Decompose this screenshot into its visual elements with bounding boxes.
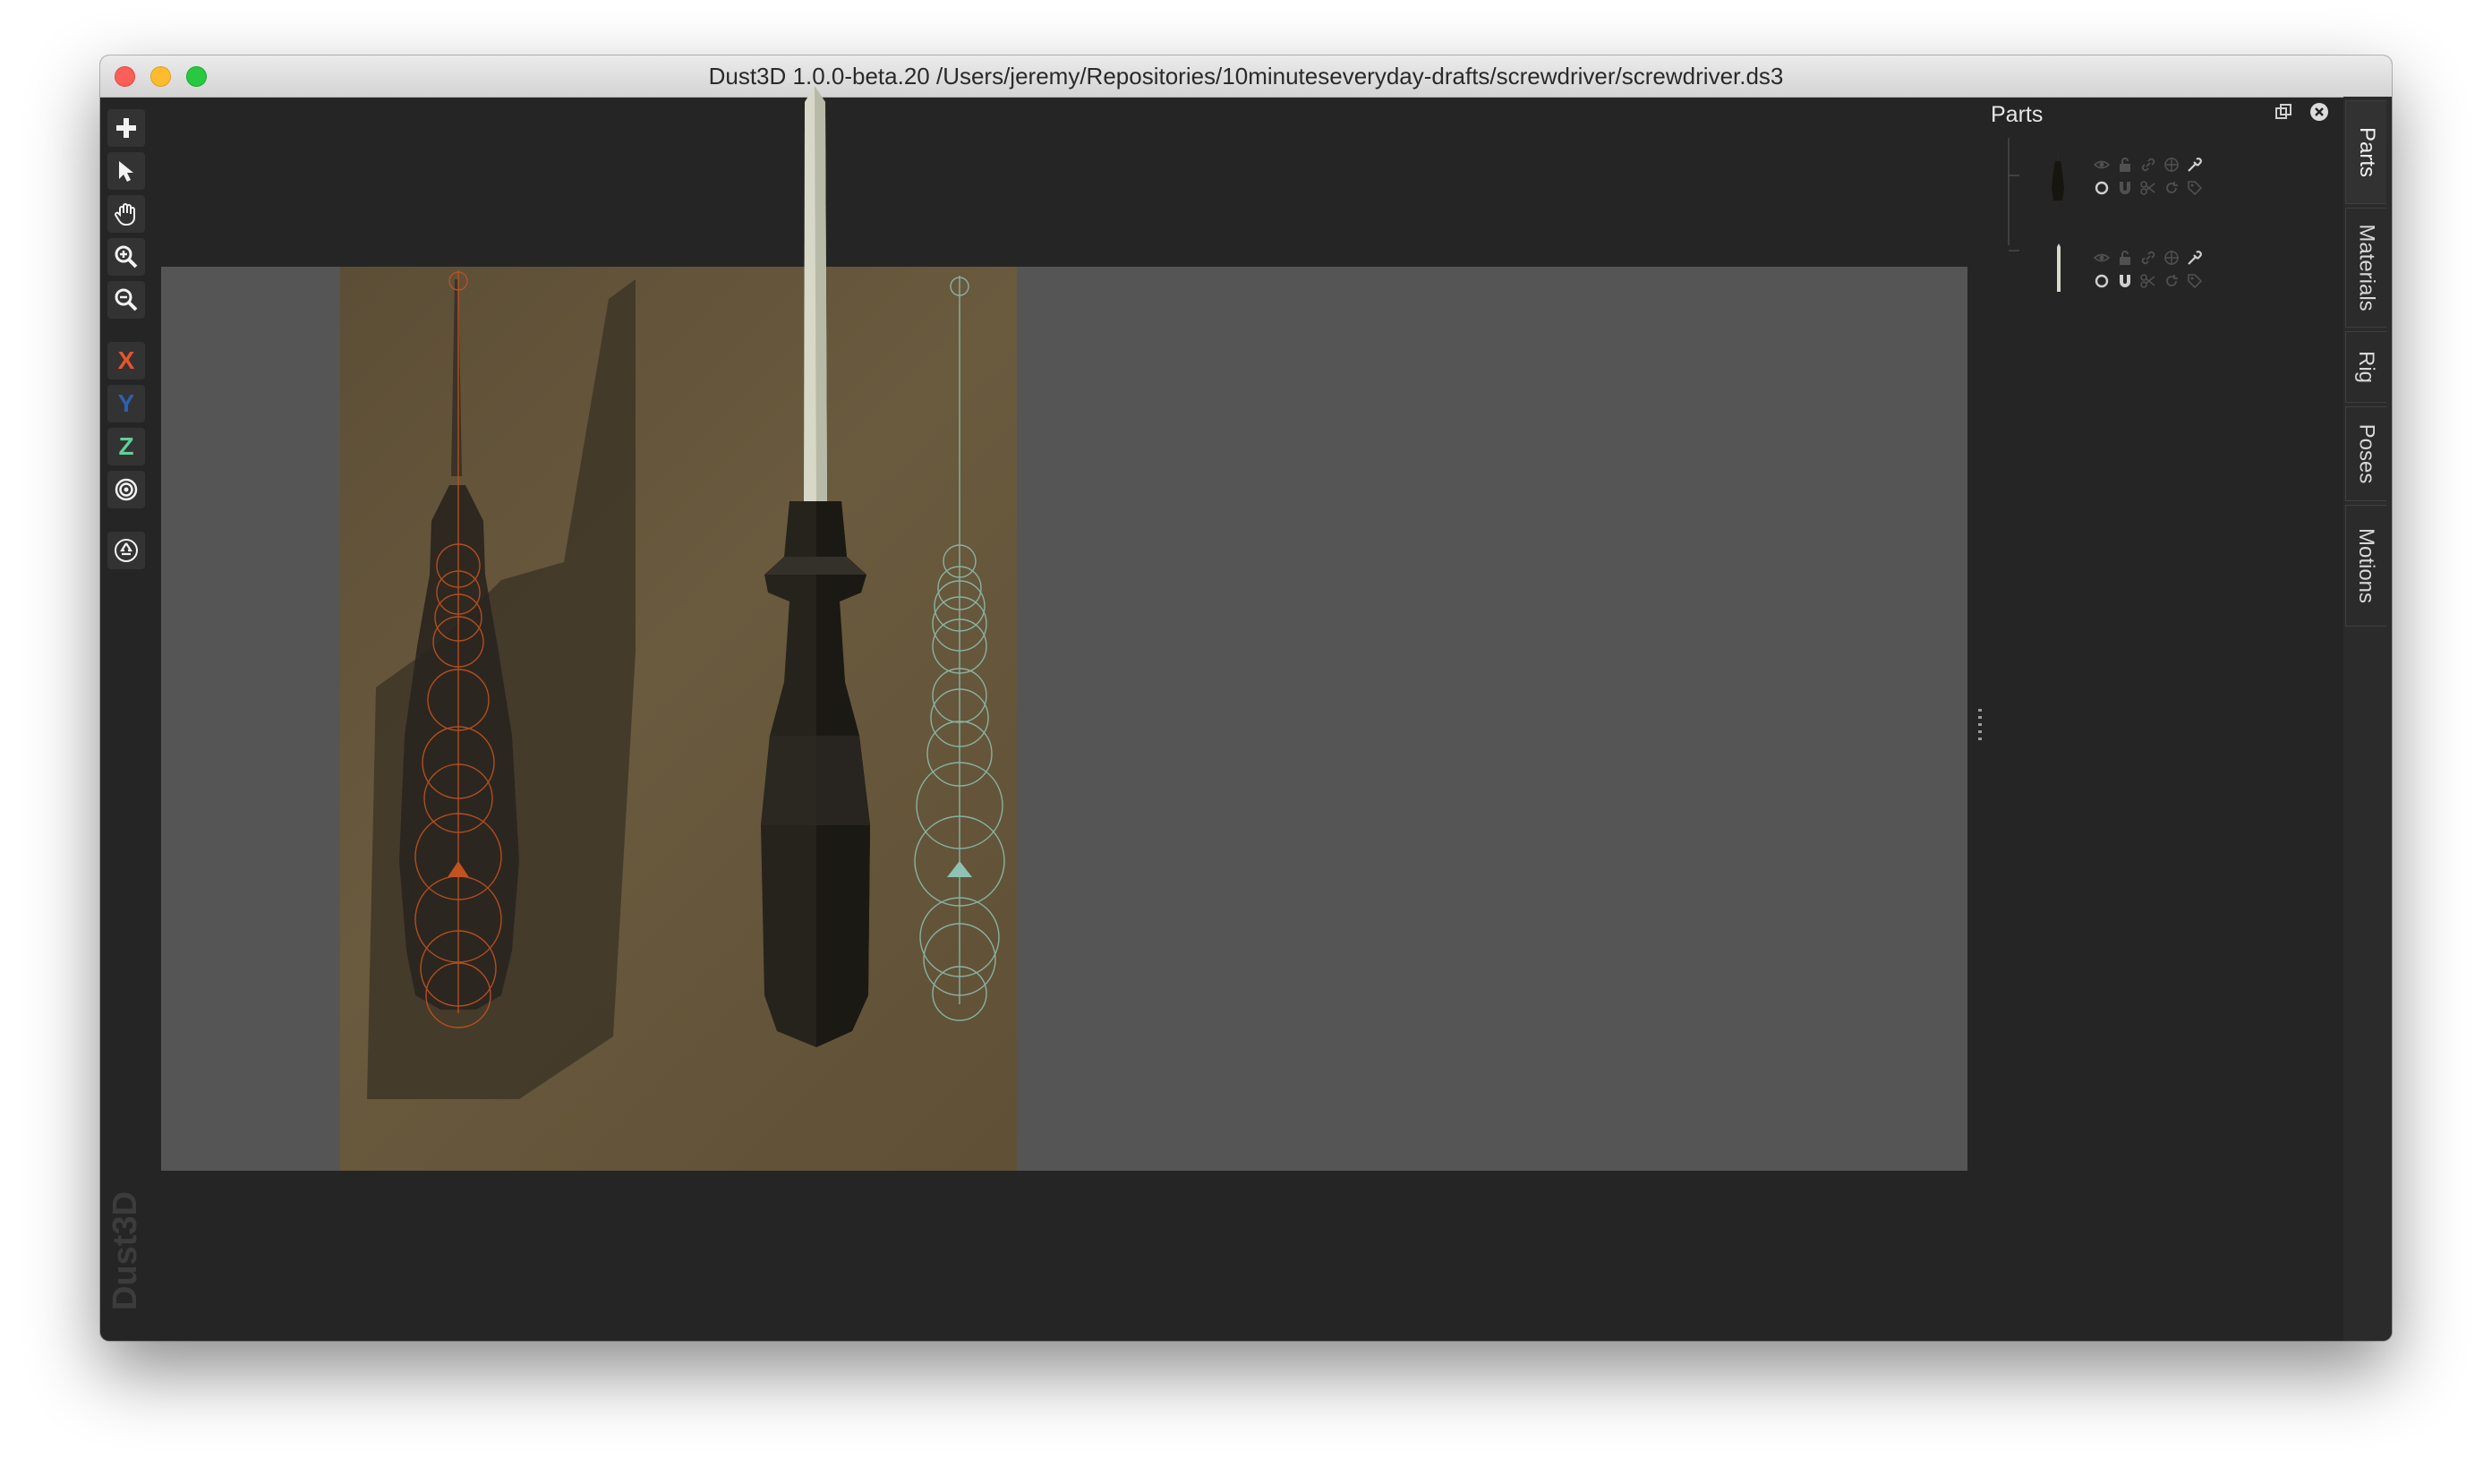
app-window: Dust3D 1.0.0-beta.20 /Users/jeremy/Repos… [100, 55, 2392, 1341]
color-picker-icon[interactable] [2186, 156, 2204, 174]
lock-icon[interactable] [2116, 249, 2134, 267]
screwdriver-model [761, 86, 870, 1047]
rotate-icon[interactable] [2163, 272, 2180, 290]
tab-motions[interactable]: Motions [2345, 505, 2386, 627]
dock-tab-bar: Parts Materials Rig Poses Motions [2343, 97, 2392, 1341]
float-window-button[interactable] [2274, 102, 2293, 126]
tab-materials[interactable]: Materials [2345, 208, 2386, 328]
close-icon [2310, 103, 2328, 121]
tab-poses[interactable]: Poses [2345, 406, 2386, 501]
tab-rig[interactable]: Rig [2345, 331, 2386, 403]
eye-icon[interactable] [2093, 156, 2111, 174]
float-window-icon [2275, 104, 2291, 119]
model-render [399, 86, 1005, 1047]
close-panel-button[interactable] [2309, 102, 2329, 126]
link-icon[interactable] [2139, 156, 2157, 174]
panel-splitter[interactable] [1978, 709, 1982, 741]
symmetry-icon[interactable] [2163, 156, 2180, 174]
scissors-icon[interactable] [2139, 179, 2157, 197]
symmetry-icon[interactable] [2163, 249, 2180, 267]
eye-icon[interactable] [2093, 249, 2111, 267]
part-item[interactable] [2007, 138, 2275, 218]
parts-panel-title: Parts [1991, 102, 2044, 127]
magnet-icon[interactable] [2116, 179, 2134, 197]
tab-parts[interactable]: Parts [2345, 100, 2386, 204]
link-icon[interactable] [2139, 249, 2157, 267]
screwdriver-shaft-preview [2032, 240, 2086, 303]
color-picker-icon[interactable] [2186, 249, 2204, 267]
circle-icon[interactable] [2093, 179, 2111, 197]
rotate-icon[interactable] [2163, 179, 2180, 197]
tag-icon[interactable] [2186, 179, 2204, 197]
magnet-icon[interactable] [2116, 272, 2134, 290]
circle-icon[interactable] [2093, 272, 2111, 290]
side-view-skeleton [914, 276, 1005, 1021]
dust3d-logo: Dust3D [100, 1185, 149, 1310]
svg-text:Dust3D: Dust3D [107, 1191, 144, 1310]
lock-icon[interactable] [2116, 156, 2134, 174]
scissors-icon[interactable] [2139, 272, 2157, 290]
front-view-skeleton [399, 270, 519, 1028]
tag-icon[interactable] [2186, 272, 2204, 290]
screwdriver-handle-preview [2032, 147, 2086, 209]
part-item[interactable] [2007, 231, 2275, 311]
